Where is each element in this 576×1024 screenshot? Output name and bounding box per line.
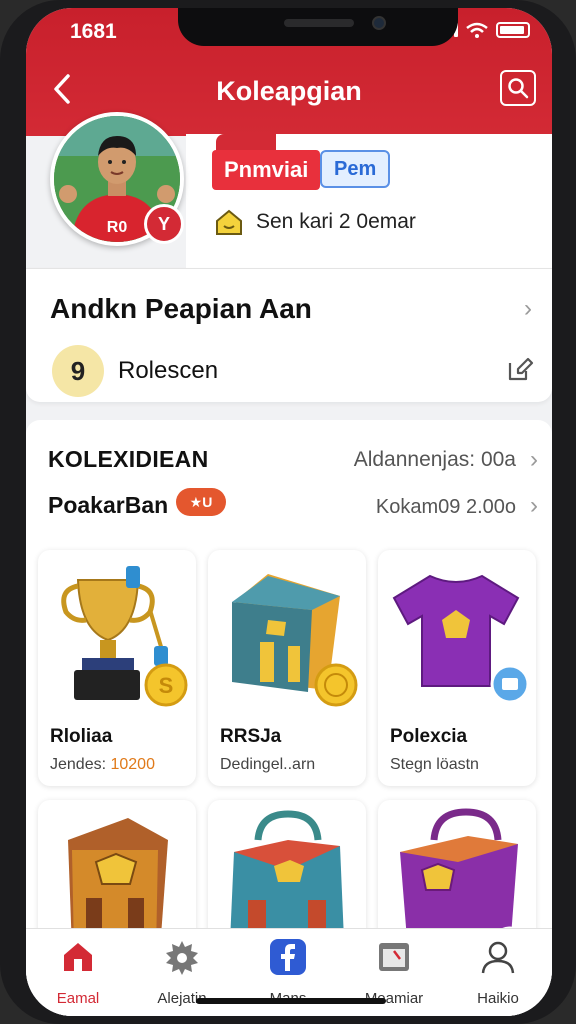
tab-profile[interactable]: Haikio <box>448 939 548 1013</box>
pem-badge[interactable]: Pem <box>320 150 391 188</box>
collection-card: KOLEXIDIEAN Aldannenjas: 00a › PoakarBan… <box>26 420 552 1016</box>
wifi-icon <box>466 22 488 38</box>
tab-label: Haikio <box>477 990 519 1007</box>
item-sub: Dedingel..arn <box>220 756 316 773</box>
collection-item[interactable]: Polexcia Stegn löastn <box>378 550 536 786</box>
svg-text:S: S <box>159 673 174 698</box>
battery-icon <box>496 22 530 38</box>
tab-home[interactable]: Eamal <box>28 939 128 1013</box>
chevron-right-icon[interactable]: › <box>524 295 532 323</box>
collection-item[interactable]: S Rloliaa Jendes: 10200 <box>38 550 196 786</box>
item-name: Polexcia <box>390 726 468 747</box>
profile-icon <box>481 941 515 974</box>
jersey-text: R0 <box>107 219 128 236</box>
search-icon <box>508 78 529 99</box>
collection-subtitle: PoakarBan <box>48 492 169 518</box>
item-sub: Stegn löastn <box>390 756 479 773</box>
search-button[interactable] <box>500 70 536 106</box>
subtitle-link[interactable]: Kokam09 2.00o <box>376 496 516 519</box>
premium-badge: Pnmviai <box>212 150 321 190</box>
role-icon: 9 <box>52 345 104 397</box>
screen: 1681 Koleapgian R0 Y Pnmviai Pem Sen kar… <box>26 8 552 1016</box>
subtitle-badge: ★U <box>176 488 226 516</box>
item-sub: Jendes: 10200 <box>50 756 155 773</box>
tshirt-icon <box>392 574 530 704</box>
tab-label: Eamal <box>56 990 100 1007</box>
role-label: Rolescen <box>118 357 219 384</box>
member-info: Sen kari 2 0emar <box>214 208 416 236</box>
page-title: Koleapgian <box>216 76 362 106</box>
user-name: Andkn Peapian Aan <box>50 293 312 324</box>
facebook-icon <box>270 939 306 975</box>
collection-link[interactable]: Aldannenjas: 00a <box>354 448 516 472</box>
collection-title: KOLEXIDIEAN <box>48 446 209 472</box>
phone-frame: 1681 Koleapgian R0 Y Pnmviai Pem Sen kar… <box>0 0 576 1024</box>
backpack-icon <box>232 574 358 707</box>
calendar-icon <box>379 943 409 971</box>
trophy-icon: S <box>61 566 188 707</box>
member-text: Sen kari 2 0emar <box>256 210 416 233</box>
home-indicator <box>196 998 386 1004</box>
team-badge: Y <box>144 204 184 244</box>
gear-icon <box>166 941 198 975</box>
edit-icon[interactable] <box>506 355 534 383</box>
home-icon <box>64 943 92 971</box>
device-notch <box>178 8 458 46</box>
user-info-card: Andkn Peapian Aan › 9 Rolescen <box>26 268 552 402</box>
collection-item[interactable]: RRSJa Dedingel..arn <box>208 550 366 786</box>
home-badge-icon <box>216 209 242 235</box>
status-time: 1681 <box>70 20 117 43</box>
item-name: RRSJa <box>220 726 282 747</box>
chevron-right-icon[interactable]: › <box>530 446 538 474</box>
chevron-right-icon[interactable]: › <box>530 492 538 520</box>
item-name: Rloliaa <box>50 726 113 747</box>
